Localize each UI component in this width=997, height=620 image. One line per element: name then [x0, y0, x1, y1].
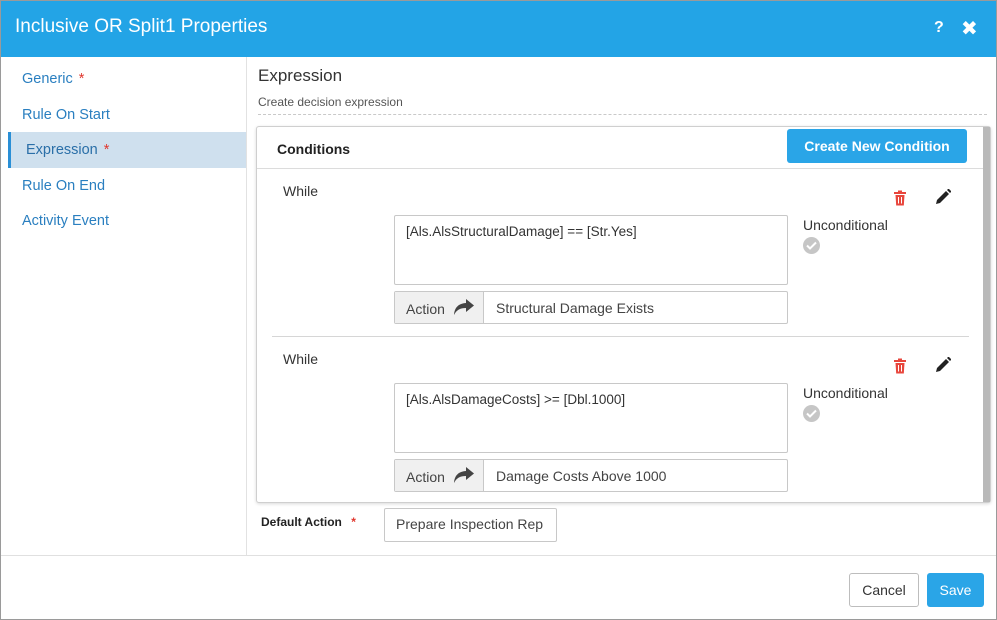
share-arrow-icon — [454, 467, 474, 483]
conditions-header: Conditions — [277, 141, 351, 157]
condition-item: While [Als.AlsStructuralDamage] == [Str.… — [272, 169, 969, 337]
share-arrow-icon — [454, 299, 474, 315]
conditions-panel: Conditions Create New Condition While [A… — [256, 126, 991, 503]
action-label: Action — [406, 469, 445, 485]
create-new-condition-button[interactable]: Create New Condition — [787, 129, 967, 163]
sidebar-item-label: Generic — [22, 71, 73, 87]
while-label: While — [283, 183, 319, 199]
action-value[interactable]: Damage Costs Above 1000 — [496, 468, 666, 484]
sidebar-item-expression[interactable]: Expression * — [8, 132, 246, 168]
action-addon[interactable]: Action — [395, 292, 484, 323]
action-value[interactable]: Structural Damage Exists — [496, 300, 654, 316]
sidebar-nav: Generic * Rule On Start Expression * Rule … — [1, 57, 247, 555]
pencil-icon[interactable] — [935, 357, 951, 373]
dialog-titlebar: Inclusive OR Split1 Properties ? ✖ — [1, 1, 996, 57]
action-addon[interactable]: Action — [395, 460, 484, 491]
sidebar-item-label: Expression — [26, 142, 98, 158]
dialog-title: Inclusive OR Split1 Properties — [15, 16, 268, 37]
sidebar-item-rule-on-start[interactable]: Rule On Start — [8, 97, 246, 133]
sidebar-item-label: Rule On Start — [22, 107, 110, 123]
main-content: Expression Create decision expression Co… — [247, 57, 997, 555]
default-action-label: Default Action * — [261, 515, 356, 529]
footer-divider — [1, 555, 996, 556]
unconditional-label: Unconditional — [803, 217, 888, 233]
default-action-label-text: Default Action — [261, 515, 342, 529]
condition-item: While [Als.AlsDamageCosts] >= [Dbl.1000]… — [272, 337, 969, 505]
sidebar-item-activity-event[interactable]: Activity Event — [8, 203, 246, 239]
section-divider — [258, 114, 987, 115]
default-action-input[interactable]: Prepare Inspection Rep — [384, 508, 557, 542]
section-title: Expression — [258, 66, 343, 85]
required-marker: * — [103, 142, 110, 158]
help-icon[interactable]: ? — [934, 19, 944, 37]
close-icon[interactable]: ✖ — [961, 16, 978, 41]
check-icon — [806, 409, 817, 418]
unconditional-toggle[interactable] — [803, 237, 820, 254]
trash-icon[interactable] — [893, 358, 907, 374]
section-subtitle: Create decision expression — [258, 95, 403, 109]
conditions-scrollbar[interactable] — [983, 127, 990, 502]
sidebar-item-generic[interactable]: Generic * — [8, 61, 246, 97]
required-marker: * — [78, 71, 85, 87]
action-label: Action — [406, 301, 445, 317]
sidebar-item-label: Rule On End — [22, 178, 106, 194]
save-button[interactable]: Save — [927, 573, 984, 607]
pencil-icon[interactable] — [935, 189, 951, 205]
sidebar-item-label: Activity Event — [22, 213, 110, 229]
sidebar-item-rule-on-end[interactable]: Rule On End — [8, 168, 246, 204]
while-label: While — [283, 351, 319, 367]
trash-icon[interactable] — [893, 190, 907, 206]
unconditional-toggle[interactable] — [803, 405, 820, 422]
action-input-group: Action Damage Costs Above 1000 — [394, 459, 788, 492]
required-marker: * — [351, 515, 356, 529]
expression-input[interactable]: [Als.AlsStructuralDamage] == [Str.Yes] — [394, 215, 788, 285]
expression-input[interactable]: [Als.AlsDamageCosts] >= [Dbl.1000] — [394, 383, 788, 453]
properties-dialog: Inclusive OR Split1 Properties ? ✖ Gener… — [0, 0, 997, 620]
cancel-button[interactable]: Cancel — [849, 573, 919, 607]
check-icon — [806, 241, 817, 250]
action-input-group: Action Structural Damage Exists — [394, 291, 788, 324]
unconditional-label: Unconditional — [803, 385, 888, 401]
